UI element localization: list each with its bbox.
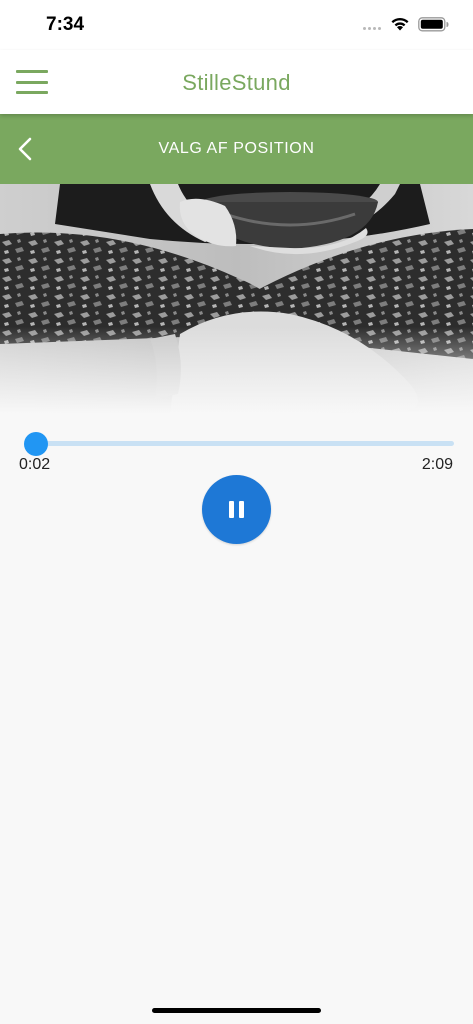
- total-time: 2:09: [421, 456, 453, 473]
- app-header: StilleStund: [0, 50, 473, 114]
- cellular-signal-icon: [363, 27, 381, 30]
- pause-icon: [229, 501, 244, 518]
- meditation-photo: [0, 184, 473, 414]
- app-screen: 7:34 StilleStund VALG AF POSITION 0:02 2…: [0, 0, 473, 1024]
- section-title: VALG AF POSITION: [158, 140, 315, 157]
- app-title: StilleStund: [182, 70, 291, 95]
- status-time: 7:34: [46, 14, 85, 35]
- progress-slider[interactable]: [29, 441, 454, 446]
- wifi-icon: [391, 17, 409, 31]
- elapsed-time: 0:02: [19, 456, 51, 473]
- section-bar: VALG AF POSITION: [0, 114, 473, 184]
- home-indicator: [152, 1008, 321, 1013]
- status-bar: 7:34: [0, 0, 473, 50]
- pause-button[interactable]: [202, 475, 271, 544]
- battery-icon: [418, 17, 449, 32]
- progress-thumb[interactable]: [24, 432, 48, 456]
